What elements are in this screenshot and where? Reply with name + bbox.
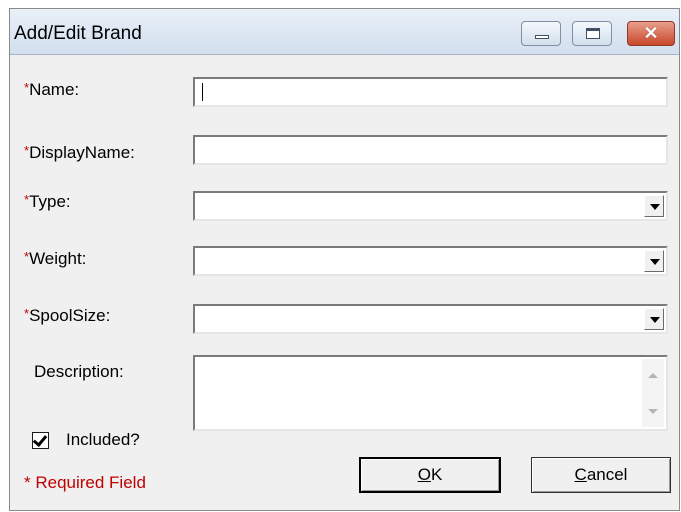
required-field-note: * Required Field [24,473,146,492]
ok-button-label: OK [417,465,443,484]
ok-button[interactable]: OK [359,457,501,493]
scroll-up-icon[interactable] [648,373,658,378]
included-checkbox[interactable] [32,431,49,449]
title-bar[interactable]: Add/Edit Brand ✕ [10,9,679,55]
included-label[interactable]: Included? [66,430,140,450]
name-input[interactable] [193,77,668,107]
window-title: Add/Edit Brand [14,23,142,44]
cancel-button-label: Cancel [574,465,628,484]
maximize-icon [586,28,600,39]
text-caret [202,83,203,101]
maximize-button[interactable] [572,21,612,46]
display-name-input[interactable] [193,135,668,165]
checkmark-icon [32,431,48,448]
weight-select[interactable] [193,246,668,276]
spool-size-dropdown-button[interactable] [644,308,664,330]
display-name-label: *DisplayName: [24,143,135,162]
type-label: *Type: [24,192,71,211]
description-textarea[interactable] [193,355,668,431]
scroll-down-icon[interactable] [648,409,658,414]
cancel-button[interactable]: Cancel [531,457,671,493]
name-label: *Name: [24,80,80,99]
weight-label: *Weight: [24,249,87,268]
spool-size-select[interactable] [193,304,668,334]
add-edit-brand-dialog: Add/Edit Brand ✕ *Name: *DisplayName: *T… [9,8,680,511]
chevron-down-icon [650,259,660,265]
close-button[interactable]: ✕ [627,21,675,46]
type-select[interactable] [193,191,668,221]
description-scrollbar[interactable] [642,359,664,427]
minimize-icon [535,35,549,39]
spool-size-label: *SpoolSize: [24,306,111,325]
close-icon: ✕ [643,23,659,43]
description-label: Description: [34,362,124,381]
type-dropdown-button[interactable] [644,195,664,217]
minimize-button[interactable] [521,21,561,46]
weight-dropdown-button[interactable] [644,250,664,272]
chevron-down-icon [650,204,660,210]
chevron-down-icon [650,317,660,323]
